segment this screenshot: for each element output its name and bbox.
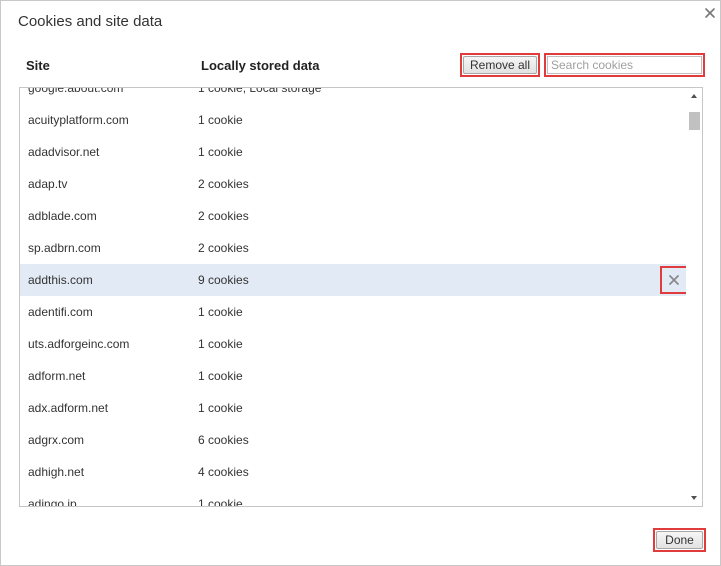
row-stored-data: 1 cookie — [198, 337, 243, 351]
list-scrollbar[interactable] — [686, 88, 702, 506]
close-icon[interactable] — [703, 6, 717, 20]
row-site-name: addthis.com — [28, 273, 93, 287]
row-stored-data: 9 cookies — [198, 273, 249, 287]
cookie-list-row[interactable]: sp.adbrn.com 2 cookies — [20, 232, 688, 264]
row-site-name: adingo.jp — [28, 497, 77, 507]
arrow-up-icon[interactable] — [686, 88, 702, 104]
cookie-list-row[interactable]: adblade.com 2 cookies — [20, 200, 688, 232]
done-highlight: Done — [653, 528, 706, 552]
cookie-site-list[interactable]: google.about.com 1 cookie, Local storage a… — [19, 87, 703, 507]
cookie-list-row[interactable]: adingo.jp 1 cookie — [20, 488, 688, 507]
row-site-name: adgrx.com — [28, 433, 85, 447]
row-site-name: adadvisor.net — [28, 145, 100, 159]
row-site-name: sp.adbrn.com — [28, 241, 101, 255]
cookie-list-row[interactable]: addthis.com 9 cookies — [20, 264, 688, 296]
cookie-list-row[interactable]: adentifi.com 1 cookie — [20, 296, 688, 328]
search-highlight — [544, 53, 705, 77]
column-header-site: Site — [26, 58, 50, 73]
cookie-list-row[interactable]: adgrx.com 6 cookies — [20, 424, 688, 456]
row-stored-data: 2 cookies — [198, 241, 249, 255]
scrollbar-thumb[interactable] — [689, 112, 700, 130]
cookie-list-row[interactable]: adhigh.net 4 cookies — [20, 456, 688, 488]
row-stored-data: 2 cookies — [198, 209, 249, 223]
remove-all-button[interactable]: Remove all — [463, 56, 537, 74]
cookie-list-row[interactable]: adform.net 1 cookie — [20, 360, 688, 392]
cookie-list-row[interactable]: acuityplatform.com 1 cookie — [20, 104, 688, 136]
row-site-name: acuityplatform.com — [28, 113, 129, 127]
row-stored-data: 1 cookie — [198, 369, 243, 383]
dialog-title: Cookies and site data — [18, 13, 163, 30]
row-site-name: adap.tv — [28, 177, 68, 191]
row-stored-data: 4 cookies — [198, 465, 249, 479]
row-site-name: uts.adforgeinc.com — [28, 337, 130, 351]
row-site-name: adblade.com — [28, 209, 97, 223]
row-stored-data: 2 cookies — [198, 177, 249, 191]
arrow-down-icon[interactable] — [686, 490, 702, 506]
search-cookies-input[interactable] — [547, 56, 702, 74]
cookie-list-row[interactable]: adap.tv 2 cookies — [20, 168, 688, 200]
row-stored-data: 1 cookie — [198, 145, 243, 159]
cookie-rows: google.about.com 1 cookie, Local storage a… — [20, 87, 688, 507]
row-stored-data: 1 cookie, Local storage — [198, 87, 322, 95]
cookie-list-row[interactable]: uts.adforgeinc.com 1 cookie — [20, 328, 688, 360]
row-stored-data: 1 cookie — [198, 497, 243, 507]
remove-item-icon[interactable] — [660, 266, 688, 294]
row-site-name: adentifi.com — [28, 305, 93, 319]
row-stored-data: 6 cookies — [198, 433, 249, 447]
remove-all-highlight: Remove all — [460, 53, 540, 77]
cookie-list-row[interactable]: adadvisor.net 1 cookie — [20, 136, 688, 168]
row-stored-data: 1 cookie — [198, 113, 243, 127]
row-site-name: adform.net — [28, 369, 86, 383]
row-site-name: adx.adform.net — [28, 401, 109, 415]
row-stored-data: 1 cookie — [198, 401, 243, 415]
done-button[interactable]: Done — [656, 531, 703, 549]
row-site-name: google.about.com — [28, 87, 124, 95]
cookie-list-row[interactable]: google.about.com 1 cookie, Local storage — [20, 87, 688, 104]
cookie-list-row[interactable]: adx.adform.net 1 cookie — [20, 392, 688, 424]
column-header-stored-data: Locally stored data — [201, 58, 320, 73]
cookies-dialog: Cookies and site data Site Locally store… — [0, 0, 721, 566]
row-stored-data: 1 cookie — [198, 305, 243, 319]
row-site-name: adhigh.net — [28, 465, 85, 479]
